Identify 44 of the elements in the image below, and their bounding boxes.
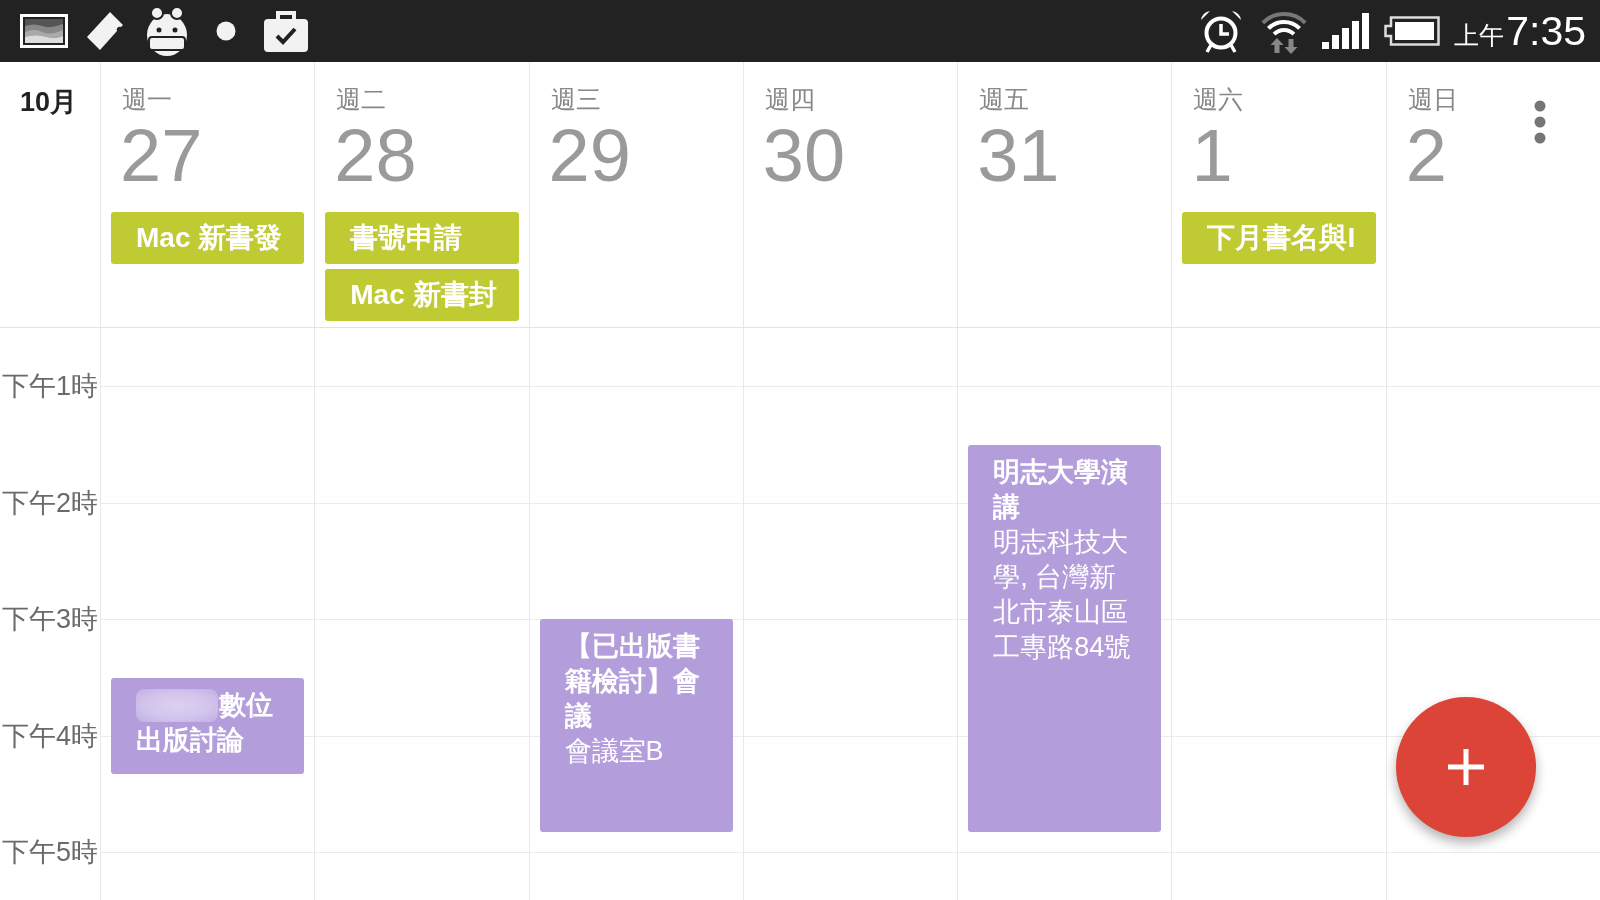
event-location: 會議室B: [564, 735, 665, 769]
briefcase-check-icon: [263, 9, 309, 53]
weekday-label: 週五: [979, 84, 1030, 114]
event-location: 明志科技大學, 台灣新北市泰山區工專路84號: [993, 525, 1133, 664]
tag-icon: [86, 10, 124, 52]
plus-icon: [1448, 749, 1484, 785]
clock-time: 7:35: [1506, 7, 1586, 55]
weekday-label: 週三: [550, 84, 601, 114]
date-number: 27: [120, 114, 203, 198]
weekday-label: 週六: [1193, 84, 1244, 114]
date-number: 2: [1405, 114, 1447, 198]
date-number: 1: [1191, 114, 1233, 198]
dot-icon: [216, 21, 236, 41]
weekday-label: 週二: [336, 84, 387, 114]
event-title: 【已出版書籍檢討】會議: [564, 630, 701, 734]
all-day-event[interactable]: 下月書名與I: [1182, 212, 1376, 264]
more-vertical-icon: [1534, 100, 1546, 144]
weekday-label: 週日: [1407, 84, 1458, 114]
event-title: 明志大學演講: [993, 455, 1130, 524]
weekday-label: 週四: [764, 84, 815, 114]
event-card[interactable]: 明志大學演講 明志科技大學, 台灣新北市泰山區工專路84號: [968, 444, 1162, 833]
add-event-button[interactable]: [1396, 697, 1536, 837]
date-number: 30: [762, 114, 846, 198]
weekday-label: 週一: [122, 84, 172, 114]
month-label: 10月: [20, 87, 78, 117]
date-number: 29: [548, 114, 631, 198]
picture-icon: [20, 14, 68, 48]
event-card[interactable]: 數位出版討論: [111, 677, 305, 775]
cartoon-character-icon: [144, 5, 190, 57]
date-number: 28: [334, 114, 417, 198]
event-card[interactable]: 【已出版書籍檢討】會議 會議室B: [539, 619, 733, 833]
hour-label: 下午5時: [2, 837, 99, 868]
event-title: 數位出版討論: [136, 688, 274, 757]
all-day-event[interactable]: Mac 新書發: [111, 212, 305, 264]
date-number: 31: [977, 114, 1060, 198]
signal-bars-icon: [1322, 13, 1371, 49]
all-day-event[interactable]: Mac 新書封: [325, 269, 519, 321]
hour-label: 下午1時: [2, 371, 99, 402]
clock-period: 上午: [1454, 19, 1505, 51]
hour-label: 下午3時: [2, 604, 99, 635]
all-day-event[interactable]: 書號申請: [325, 212, 519, 264]
hour-label: 下午2時: [2, 487, 99, 518]
battery-icon: [1384, 16, 1441, 46]
hour-label: 下午4時: [2, 720, 99, 751]
